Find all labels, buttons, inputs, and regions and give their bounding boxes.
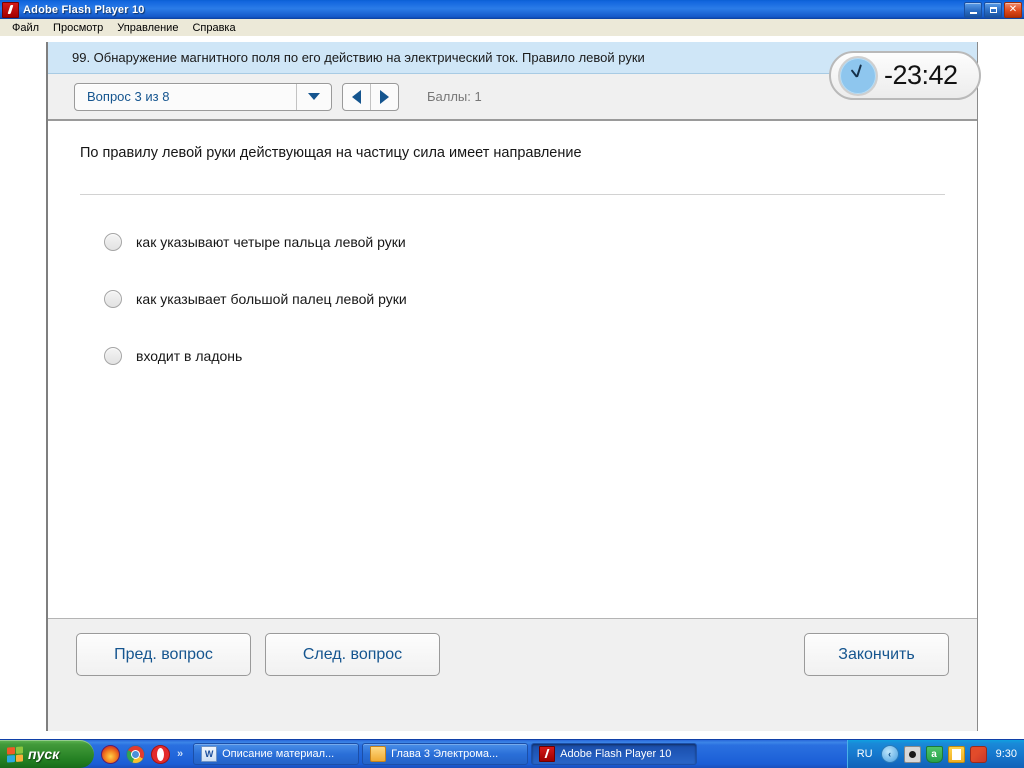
quiz-body: По правилу левой руки действующая на час… bbox=[48, 121, 977, 615]
taskbar-item-folder[interactable]: Глава 3 Электрома... bbox=[362, 743, 529, 765]
chevron-down-icon[interactable] bbox=[296, 83, 331, 110]
radio-button[interactable] bbox=[104, 347, 122, 365]
quiz-header-title: 99. Обнаружение магнитного поля по его д… bbox=[72, 50, 645, 65]
timer-widget: -23:42 bbox=[829, 51, 981, 100]
answer-list: как указывают четыре пальца левой руки к… bbox=[80, 223, 945, 375]
timer-value: -23:42 bbox=[884, 60, 958, 90]
taskbar: пуск » Описание материал... Глава 3 Элек… bbox=[0, 739, 1024, 768]
brush-icon[interactable] bbox=[969, 745, 987, 763]
triangle-right-icon bbox=[380, 89, 389, 104]
start-button-label: пуск bbox=[28, 746, 60, 762]
radio-button[interactable] bbox=[104, 290, 122, 308]
window-controls: ✕ bbox=[964, 2, 1022, 18]
close-icon: ✕ bbox=[1008, 4, 1018, 15]
taskbar-item-word[interactable]: Описание материал... bbox=[193, 743, 360, 765]
maximize-icon bbox=[989, 7, 997, 13]
answer-label: входит в ладонь bbox=[136, 348, 243, 364]
menu-item-view[interactable]: Просмотр bbox=[46, 21, 110, 35]
firefox-icon[interactable] bbox=[101, 744, 120, 764]
tray-expand-icon[interactable]: ‹ bbox=[880, 745, 899, 763]
next-question-arrow-button[interactable] bbox=[370, 83, 398, 110]
screen: Adobe Flash Player 10 ✕ Файл Просмотр Уп… bbox=[0, 0, 1024, 768]
clock-label[interactable]: 9:30 bbox=[996, 748, 1017, 760]
radio-button[interactable] bbox=[104, 233, 122, 251]
menu-item-control[interactable]: Управление bbox=[110, 21, 185, 35]
question-selector[interactable]: Вопрос 3 из 8 bbox=[74, 82, 332, 111]
taskbar-item-label: Adobe Flash Player 10 bbox=[560, 748, 672, 760]
answer-label: как указывает большой палец левой руки bbox=[136, 291, 407, 307]
taskbar-item-label: Описание материал... bbox=[222, 748, 335, 760]
quiz-footer: Пред. вопрос След. вопрос Закончить bbox=[48, 618, 977, 731]
prev-question-arrow-button[interactable] bbox=[343, 84, 370, 110]
system-tray: RU ‹ 9:30 bbox=[846, 740, 1024, 768]
menu-item-file[interactable]: Файл bbox=[5, 21, 46, 35]
score-label: Баллы: 1 bbox=[427, 89, 482, 104]
taskbar-item-flash[interactable]: Adobe Flash Player 10 bbox=[531, 743, 698, 765]
close-button[interactable]: ✕ bbox=[1004, 2, 1022, 18]
shield-icon[interactable] bbox=[925, 745, 943, 763]
answer-label: как указывают четыре пальца левой руки bbox=[136, 234, 406, 250]
spider-icon[interactable] bbox=[903, 745, 921, 763]
flash-icon bbox=[539, 746, 556, 762]
word-document-icon bbox=[201, 746, 218, 762]
language-indicator[interactable]: RU bbox=[857, 748, 873, 760]
quick-launch-bar: » bbox=[94, 740, 190, 768]
opera-icon[interactable] bbox=[151, 744, 170, 764]
question-text: По правилу левой руки действующая на час… bbox=[80, 145, 582, 161]
finish-button[interactable]: Закончить bbox=[804, 633, 949, 676]
window-title: Adobe Flash Player 10 bbox=[23, 3, 145, 16]
quiz-panel: 99. Обнаружение магнитного поля по его д… bbox=[46, 42, 981, 731]
taskbar-item-label: Глава 3 Электрома... bbox=[391, 748, 499, 760]
clock-icon bbox=[838, 55, 878, 96]
window-titlebar: Adobe Flash Player 10 ✕ bbox=[0, 0, 1024, 19]
windows-flag-icon bbox=[7, 745, 23, 763]
question-nav bbox=[342, 82, 399, 111]
start-button[interactable]: пуск bbox=[0, 740, 94, 768]
divider bbox=[80, 194, 945, 195]
menubar: Файл Просмотр Управление Справка bbox=[0, 19, 1024, 36]
minimize-button[interactable] bbox=[964, 2, 982, 18]
answer-option[interactable]: как указывают четыре пальца левой руки bbox=[80, 223, 945, 261]
folder-icon bbox=[370, 746, 387, 762]
task-list: Описание материал... Глава 3 Электрома..… bbox=[190, 743, 847, 765]
triangle-left-icon bbox=[352, 89, 361, 104]
flash-icon bbox=[2, 1, 19, 18]
maximize-button[interactable] bbox=[984, 2, 1002, 18]
answer-option[interactable]: входит в ладонь bbox=[80, 337, 945, 375]
next-question-button[interactable]: След. вопрос bbox=[265, 633, 440, 676]
menu-item-help[interactable]: Справка bbox=[185, 21, 242, 35]
answer-option[interactable]: как указывает большой палец левой руки bbox=[80, 280, 945, 318]
question-selector-label: Вопрос 3 из 8 bbox=[87, 89, 170, 104]
quick-launch-overflow-icon[interactable]: » bbox=[177, 748, 183, 760]
prev-question-button[interactable]: Пред. вопрос bbox=[76, 633, 251, 676]
document-icon[interactable] bbox=[947, 745, 965, 763]
chrome-icon[interactable] bbox=[126, 744, 145, 764]
minimize-icon bbox=[969, 11, 977, 14]
